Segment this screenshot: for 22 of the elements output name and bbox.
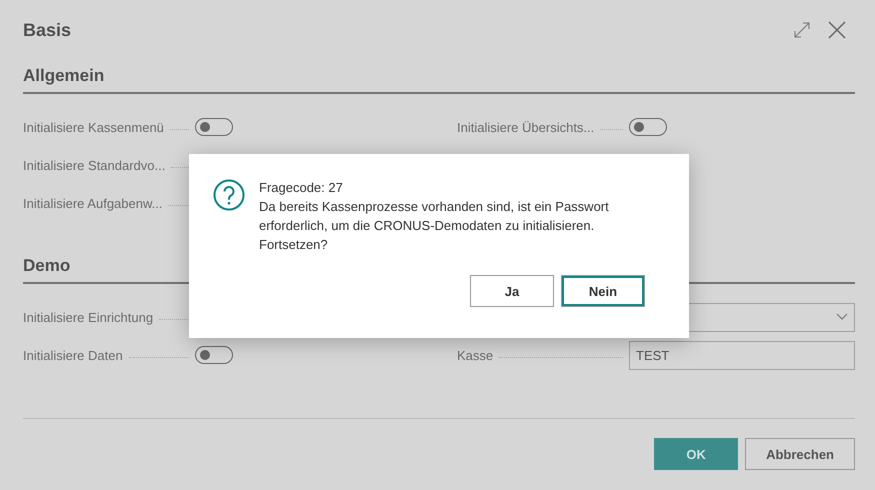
field-label: Kasse — [457, 348, 494, 362]
window-title: Basis — [23, 20, 72, 40]
ok-button[interactable]: OK — [654, 438, 738, 470]
toggle-switch[interactable] — [195, 346, 233, 364]
field-label: Initialisiere Kassenmenü — [23, 120, 164, 134]
field-label: Initialisiere Einrichtung — [23, 310, 154, 324]
question-icon — [213, 179, 245, 211]
section-header: Allgemein — [23, 60, 855, 94]
toggle-switch[interactable] — [629, 118, 667, 136]
close-icon[interactable] — [828, 21, 846, 39]
expand-icon[interactable] — [794, 22, 810, 38]
field-label: Initialisiere Standardvo... — [23, 158, 166, 172]
question-code: Fragecode: 27 — [259, 179, 344, 197]
yes-button[interactable]: Ja — [470, 275, 554, 307]
toggle-switch[interactable] — [195, 118, 233, 136]
chevron-down-icon — [836, 313, 848, 321]
cancel-button[interactable]: Abbrechen — [745, 438, 855, 470]
field-label: Initialisiere Aufgabenw... — [23, 196, 162, 210]
field-label: Initialisiere Daten — [23, 348, 123, 362]
no-button[interactable]: Nein — [561, 275, 645, 307]
field-label: Initialisiere Übersichts... — [457, 120, 594, 134]
input-field[interactable]: TEST — [629, 340, 855, 370]
